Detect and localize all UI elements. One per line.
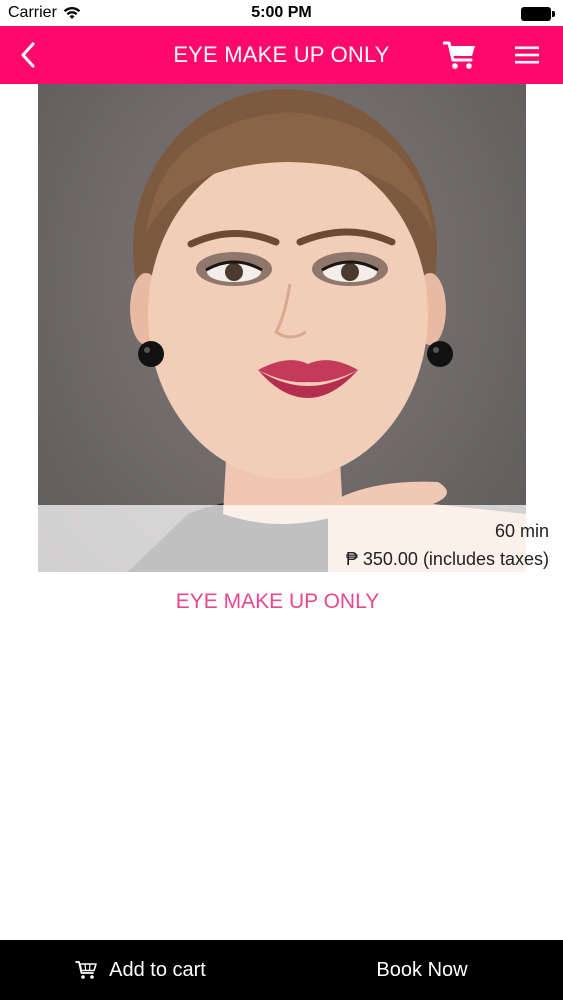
status-bar: Carrier 5:00 PM xyxy=(0,0,563,26)
menu-button[interactable] xyxy=(508,38,546,72)
battery-icon xyxy=(521,7,555,21)
hamburger-menu-icon xyxy=(515,46,539,64)
bottom-action-bar: Add to cart Book Now xyxy=(0,940,563,1000)
nav-bar: EYE MAKE UP ONLY xyxy=(0,26,563,84)
add-to-cart-button[interactable]: Add to cart xyxy=(0,940,281,1000)
book-now-button[interactable]: Book Now xyxy=(281,940,563,1000)
book-now-label: Book Now xyxy=(376,958,468,981)
status-time: 5:00 PM xyxy=(251,4,312,21)
cart-button[interactable] xyxy=(440,38,480,72)
price-label: ₱ 350.00 (includes taxes) xyxy=(345,549,549,569)
cart-icon xyxy=(75,961,97,979)
shopping-cart-icon xyxy=(443,41,475,69)
add-to-cart-label: Add to cart xyxy=(109,958,206,981)
duration-label: 60 min xyxy=(494,521,549,541)
product-image xyxy=(38,84,526,572)
product-name: EYE MAKE UP ONLY xyxy=(175,590,380,613)
